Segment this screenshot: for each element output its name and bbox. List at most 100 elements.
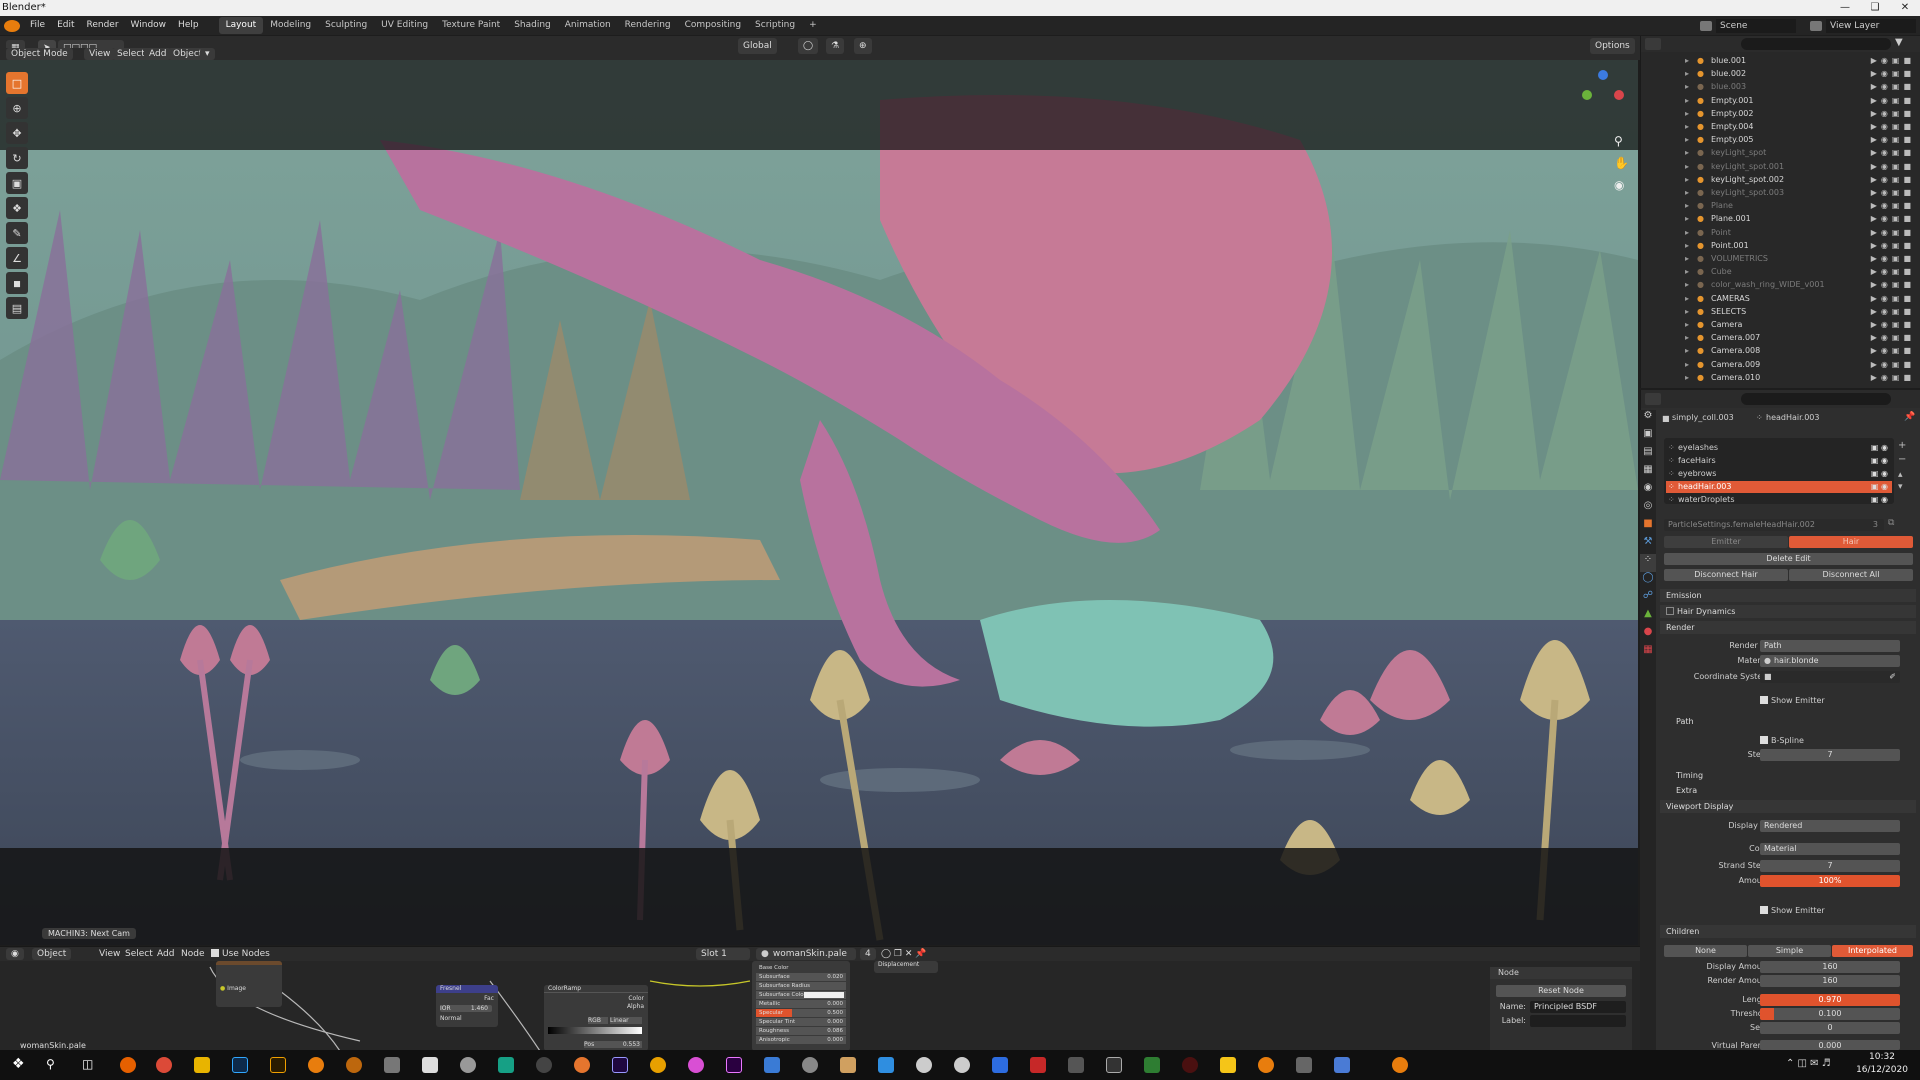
outliner-row[interactable]: ▸ ● Plane.001 ▶◉▣■ xyxy=(1641,212,1920,225)
section-hair-dynamics[interactable]: Hair Dynamics xyxy=(1660,605,1916,618)
reset-node-button[interactable]: Reset Node xyxy=(1496,985,1626,997)
search-icon[interactable]: ⚲ xyxy=(46,1057,62,1073)
expand-arrow-icon[interactable]: ▸ xyxy=(1685,160,1689,173)
bspline-checkbox[interactable] xyxy=(1760,736,1768,744)
render-amount-field[interactable]: 160 xyxy=(1760,975,1900,987)
cursor-icon[interactable]: ⊕ xyxy=(6,97,28,119)
slot-dropdown[interactable]: Slot 1 xyxy=(696,948,750,960)
hair-dynamics-checkbox[interactable] xyxy=(1666,607,1674,615)
add-workspace-icon[interactable]: + xyxy=(802,17,824,34)
colorramp-gradient[interactable] xyxy=(548,1027,642,1034)
proportional-icon[interactable]: ⊕ xyxy=(854,38,872,54)
visibility-icons[interactable]: ▶◉▣■ xyxy=(1871,107,1915,120)
render-as-dropdown[interactable]: Path xyxy=(1760,640,1900,652)
visibility-icons[interactable]: ▶◉▣■ xyxy=(1871,133,1915,146)
color-dropdown[interactable]: Material xyxy=(1760,843,1900,855)
principled-bsdf-node[interactable]: Base Color Subsurface 0.020 Subsurface Radi… xyxy=(752,961,850,1051)
visibility-icons[interactable]: ▶◉▣■ xyxy=(1871,265,1915,278)
scene-tab-icon[interactable]: ◉ xyxy=(1640,482,1656,500)
expand-arrow-icon[interactable]: ▸ xyxy=(1685,358,1689,371)
filter-icon[interactable]: ▼ xyxy=(1895,37,1903,48)
menu-render[interactable]: Render xyxy=(81,16,125,35)
display-show-emitter[interactable]: Show Emitter xyxy=(1760,906,1825,915)
axis-z-icon[interactable] xyxy=(1598,70,1608,80)
expand-arrow-icon[interactable]: ▸ xyxy=(1685,80,1689,93)
outliner-row[interactable]: ▸ ● Point ▶◉▣■ xyxy=(1641,226,1920,239)
particles-tab-icon[interactable]: ⁘ xyxy=(1640,554,1656,572)
node-label-field[interactable] xyxy=(1530,1015,1626,1027)
section-timing[interactable]: Timing xyxy=(1670,769,1916,782)
app-icon-2[interactable] xyxy=(422,1057,438,1073)
outliner-row[interactable]: ▸ ● blue.003 ▶◉▣■ xyxy=(1641,80,1920,93)
bsdf-input-row[interactable]: Subsurface Color xyxy=(756,991,846,999)
display-mode-icon[interactable] xyxy=(1645,38,1661,50)
outliner-row[interactable]: ▸ ● Empty.002 ▶◉▣■ xyxy=(1641,107,1920,120)
world-tab-icon[interactable]: ◎ xyxy=(1640,500,1656,518)
visibility-icons[interactable]: ▶◉▣■ xyxy=(1871,344,1915,357)
menu-view[interactable]: View xyxy=(84,48,116,60)
section-path[interactable]: Path xyxy=(1670,715,1916,728)
outliner-row[interactable]: ▸ ● Camera.008 ▶◉▣■ xyxy=(1641,344,1920,357)
premiere-icon[interactable] xyxy=(726,1057,742,1073)
app-icon-20[interactable] xyxy=(1258,1057,1274,1073)
children-simple-button[interactable]: Simple xyxy=(1748,945,1831,957)
colorramp-node[interactable]: ColorRamp Color Alpha RGB Linear Pos 0.55… xyxy=(544,985,648,1051)
displacement-node[interactable]: Displacement xyxy=(874,961,938,973)
toggle-icons[interactable]: ▣ ◉ xyxy=(1871,442,1888,454)
particle-system-item[interactable]: ⁘ eyelashes ▣ ◉ xyxy=(1666,442,1892,454)
steps-field[interactable]: 7 xyxy=(1760,749,1900,761)
shader-node-editor[interactable]: ◉ Object View Select Add Node Use Nodes … xyxy=(0,946,1640,1051)
bsdf-input-row[interactable]: Subsurface Radius xyxy=(756,982,846,990)
expand-arrow-icon[interactable]: ▸ xyxy=(1685,305,1689,318)
show-emitter-checkbox[interactable] xyxy=(1760,696,1768,704)
bsdf-input-row[interactable]: Specular 0.500 xyxy=(756,1009,846,1017)
axis-y-icon[interactable] xyxy=(1582,90,1592,100)
bspline-option[interactable]: B-Spline xyxy=(1760,736,1804,745)
length-slider[interactable]: 0.970 xyxy=(1760,994,1900,1006)
visibility-icons[interactable]: ▶◉▣■ xyxy=(1871,146,1915,159)
tab-animation[interactable]: Animation xyxy=(558,17,618,34)
app-icon-12[interactable] xyxy=(878,1057,894,1073)
expand-arrow-icon[interactable]: ▸ xyxy=(1685,278,1689,291)
breadcrumb-item[interactable]: headHair.003 xyxy=(1766,413,1819,422)
expand-arrow-icon[interactable]: ▸ xyxy=(1685,186,1689,199)
transform-icon[interactable]: ❖ xyxy=(6,197,28,219)
mode-dropdown[interactable]: Object Mode xyxy=(6,48,73,60)
visibility-icons[interactable]: ▶◉▣■ xyxy=(1871,94,1915,107)
tab-layout[interactable]: Layout xyxy=(218,17,264,34)
app-icon-23[interactable] xyxy=(1392,1057,1408,1073)
material-users-count[interactable]: 4 xyxy=(860,948,876,960)
outliner-row[interactable]: ▸ ● blue.002 ▶◉▣■ xyxy=(1641,67,1920,80)
photoshop-icon[interactable] xyxy=(232,1057,248,1073)
visibility-icons[interactable]: ▶◉▣■ xyxy=(1871,80,1915,93)
maximize-icon[interactable]: ❑ xyxy=(1860,0,1890,16)
outliner-row[interactable]: ▸ ● blue.001 ▶◉▣■ xyxy=(1641,54,1920,67)
outliner-row[interactable]: ▸ ● VOLUMETRICS ▶◉▣■ xyxy=(1641,252,1920,265)
outliner-row[interactable]: ▸ ● keyLight_spot.001 ▶◉▣■ xyxy=(1641,160,1920,173)
particle-system-item[interactable]: ⁘ waterDroplets ▣ ◉ xyxy=(1666,494,1892,506)
amount-slider[interactable]: 100% xyxy=(1760,875,1900,887)
particle-system-item[interactable]: ⁘ eyebrows ▣ ◉ xyxy=(1666,468,1892,480)
eyedropper-icon[interactable]: ✐ xyxy=(1889,671,1896,683)
scene-selector[interactable]: Scene xyxy=(1716,18,1796,33)
tab-shading[interactable]: Shading xyxy=(507,17,558,34)
visibility-icons[interactable]: ▶◉▣■ xyxy=(1871,54,1915,67)
app-icon-19[interactable] xyxy=(1220,1057,1236,1073)
visibility-icons[interactable]: ▶◉▣■ xyxy=(1871,318,1915,331)
threshold-slider[interactable]: 0.100 xyxy=(1760,1008,1900,1020)
visibility-icons[interactable]: ▶◉▣■ xyxy=(1871,371,1915,384)
scale-icon[interactable]: ▣ xyxy=(6,172,28,194)
options-dropdown[interactable]: Options xyxy=(1590,38,1635,54)
snap-icon[interactable]: ⚗ xyxy=(826,38,845,54)
material-dropdown[interactable]: ● hair.blonde xyxy=(1760,655,1900,667)
view-layer-selector[interactable]: View Layer xyxy=(1826,18,1916,33)
tab-scripting[interactable]: Scripting xyxy=(748,17,802,34)
visibility-icons[interactable]: ▶◉▣■ xyxy=(1871,239,1915,252)
expand-arrow-icon[interactable]: ▸ xyxy=(1685,292,1689,305)
move-icon[interactable]: ✥ xyxy=(6,122,28,144)
texture-tab-icon[interactable]: ▦ xyxy=(1640,644,1656,662)
blender-taskbar-icon[interactable] xyxy=(308,1057,324,1073)
outliner-row[interactable]: ▸ ● Plane ▶◉▣■ xyxy=(1641,199,1920,212)
render-show-emitter[interactable]: Show Emitter xyxy=(1760,696,1825,705)
type-emitter-button[interactable]: Emitter xyxy=(1664,536,1788,548)
